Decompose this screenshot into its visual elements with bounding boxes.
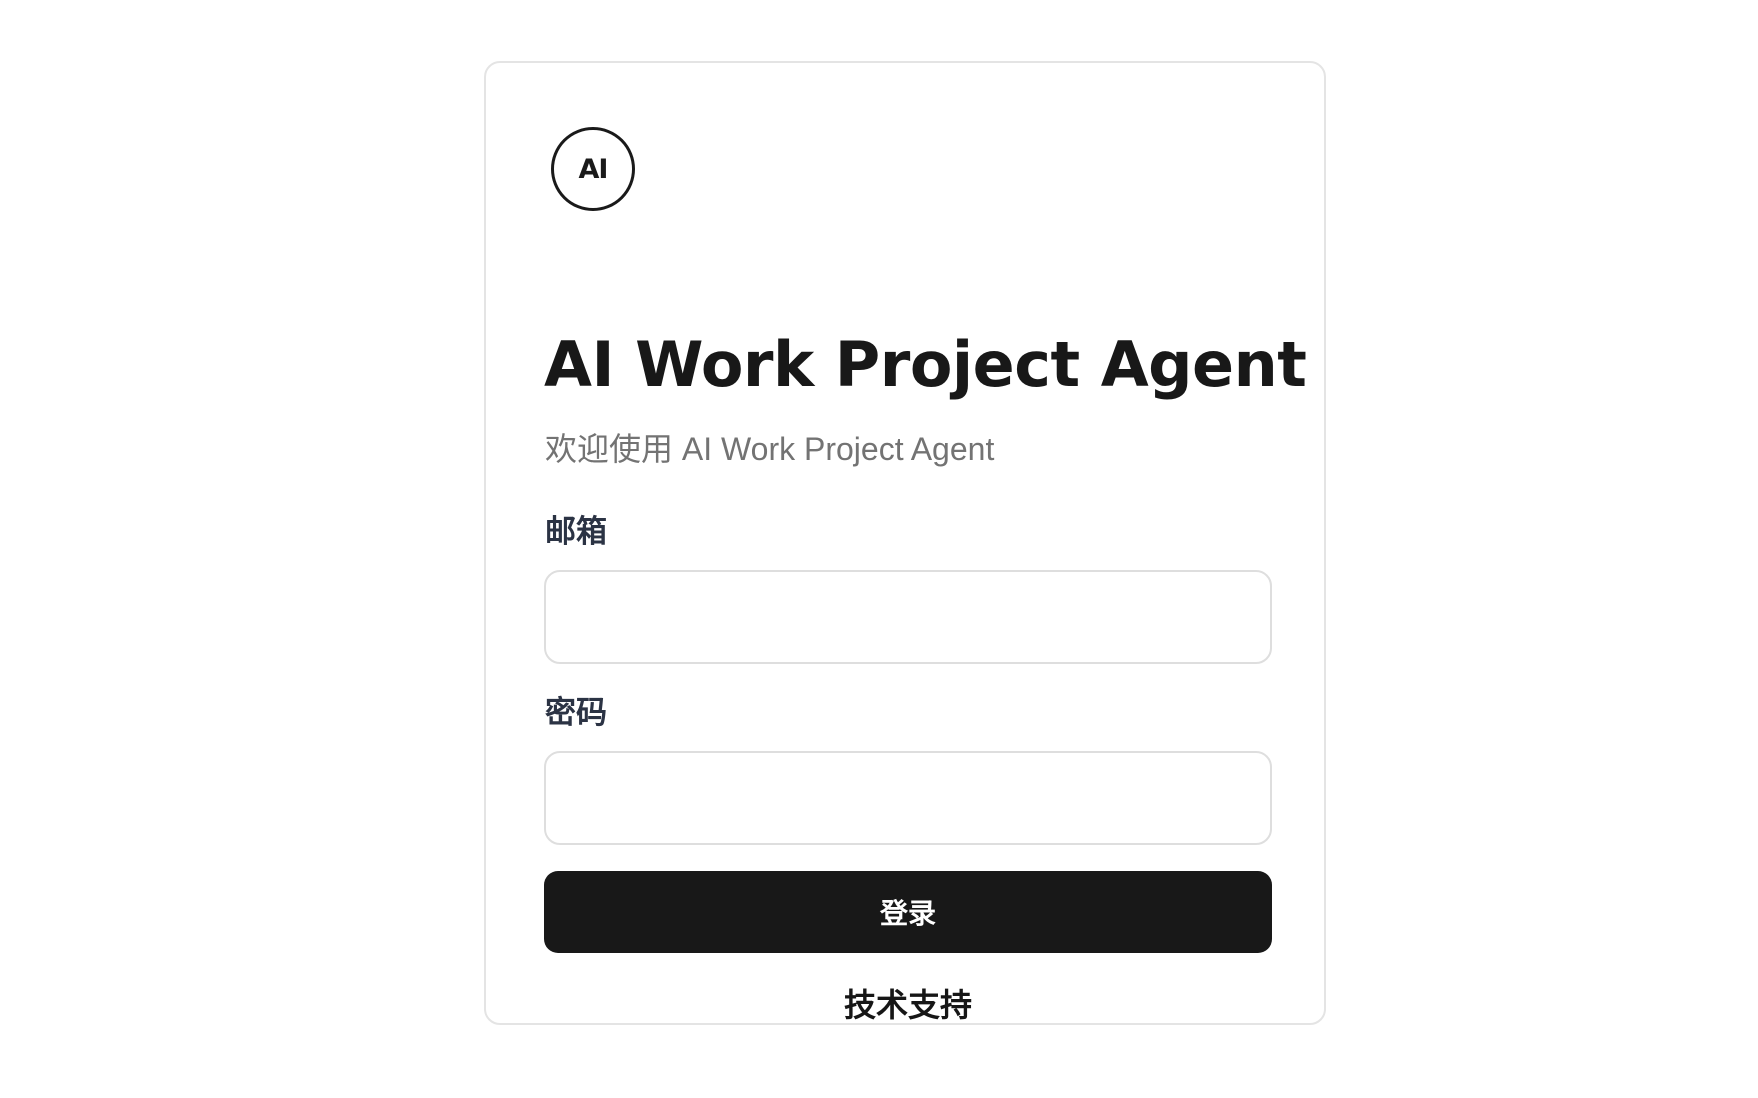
page-title: AI Work Project Agent <box>544 328 1307 401</box>
password-label: 密码 <box>545 695 607 730</box>
tech-support-link[interactable]: 技术支持 <box>544 983 1272 1027</box>
email-input[interactable] <box>544 570 1272 664</box>
email-label: 邮箱 <box>545 514 607 549</box>
logo-text: AI <box>578 153 609 185</box>
login-card: AI AI Work Project Agent 欢迎使用 AI Work Pr… <box>484 61 1326 1025</box>
login-button[interactable]: 登录 <box>544 871 1272 953</box>
welcome-subtitle: 欢迎使用 AI Work Project Agent <box>545 431 995 467</box>
password-input[interactable] <box>544 751 1272 845</box>
app-logo: AI <box>551 127 635 211</box>
